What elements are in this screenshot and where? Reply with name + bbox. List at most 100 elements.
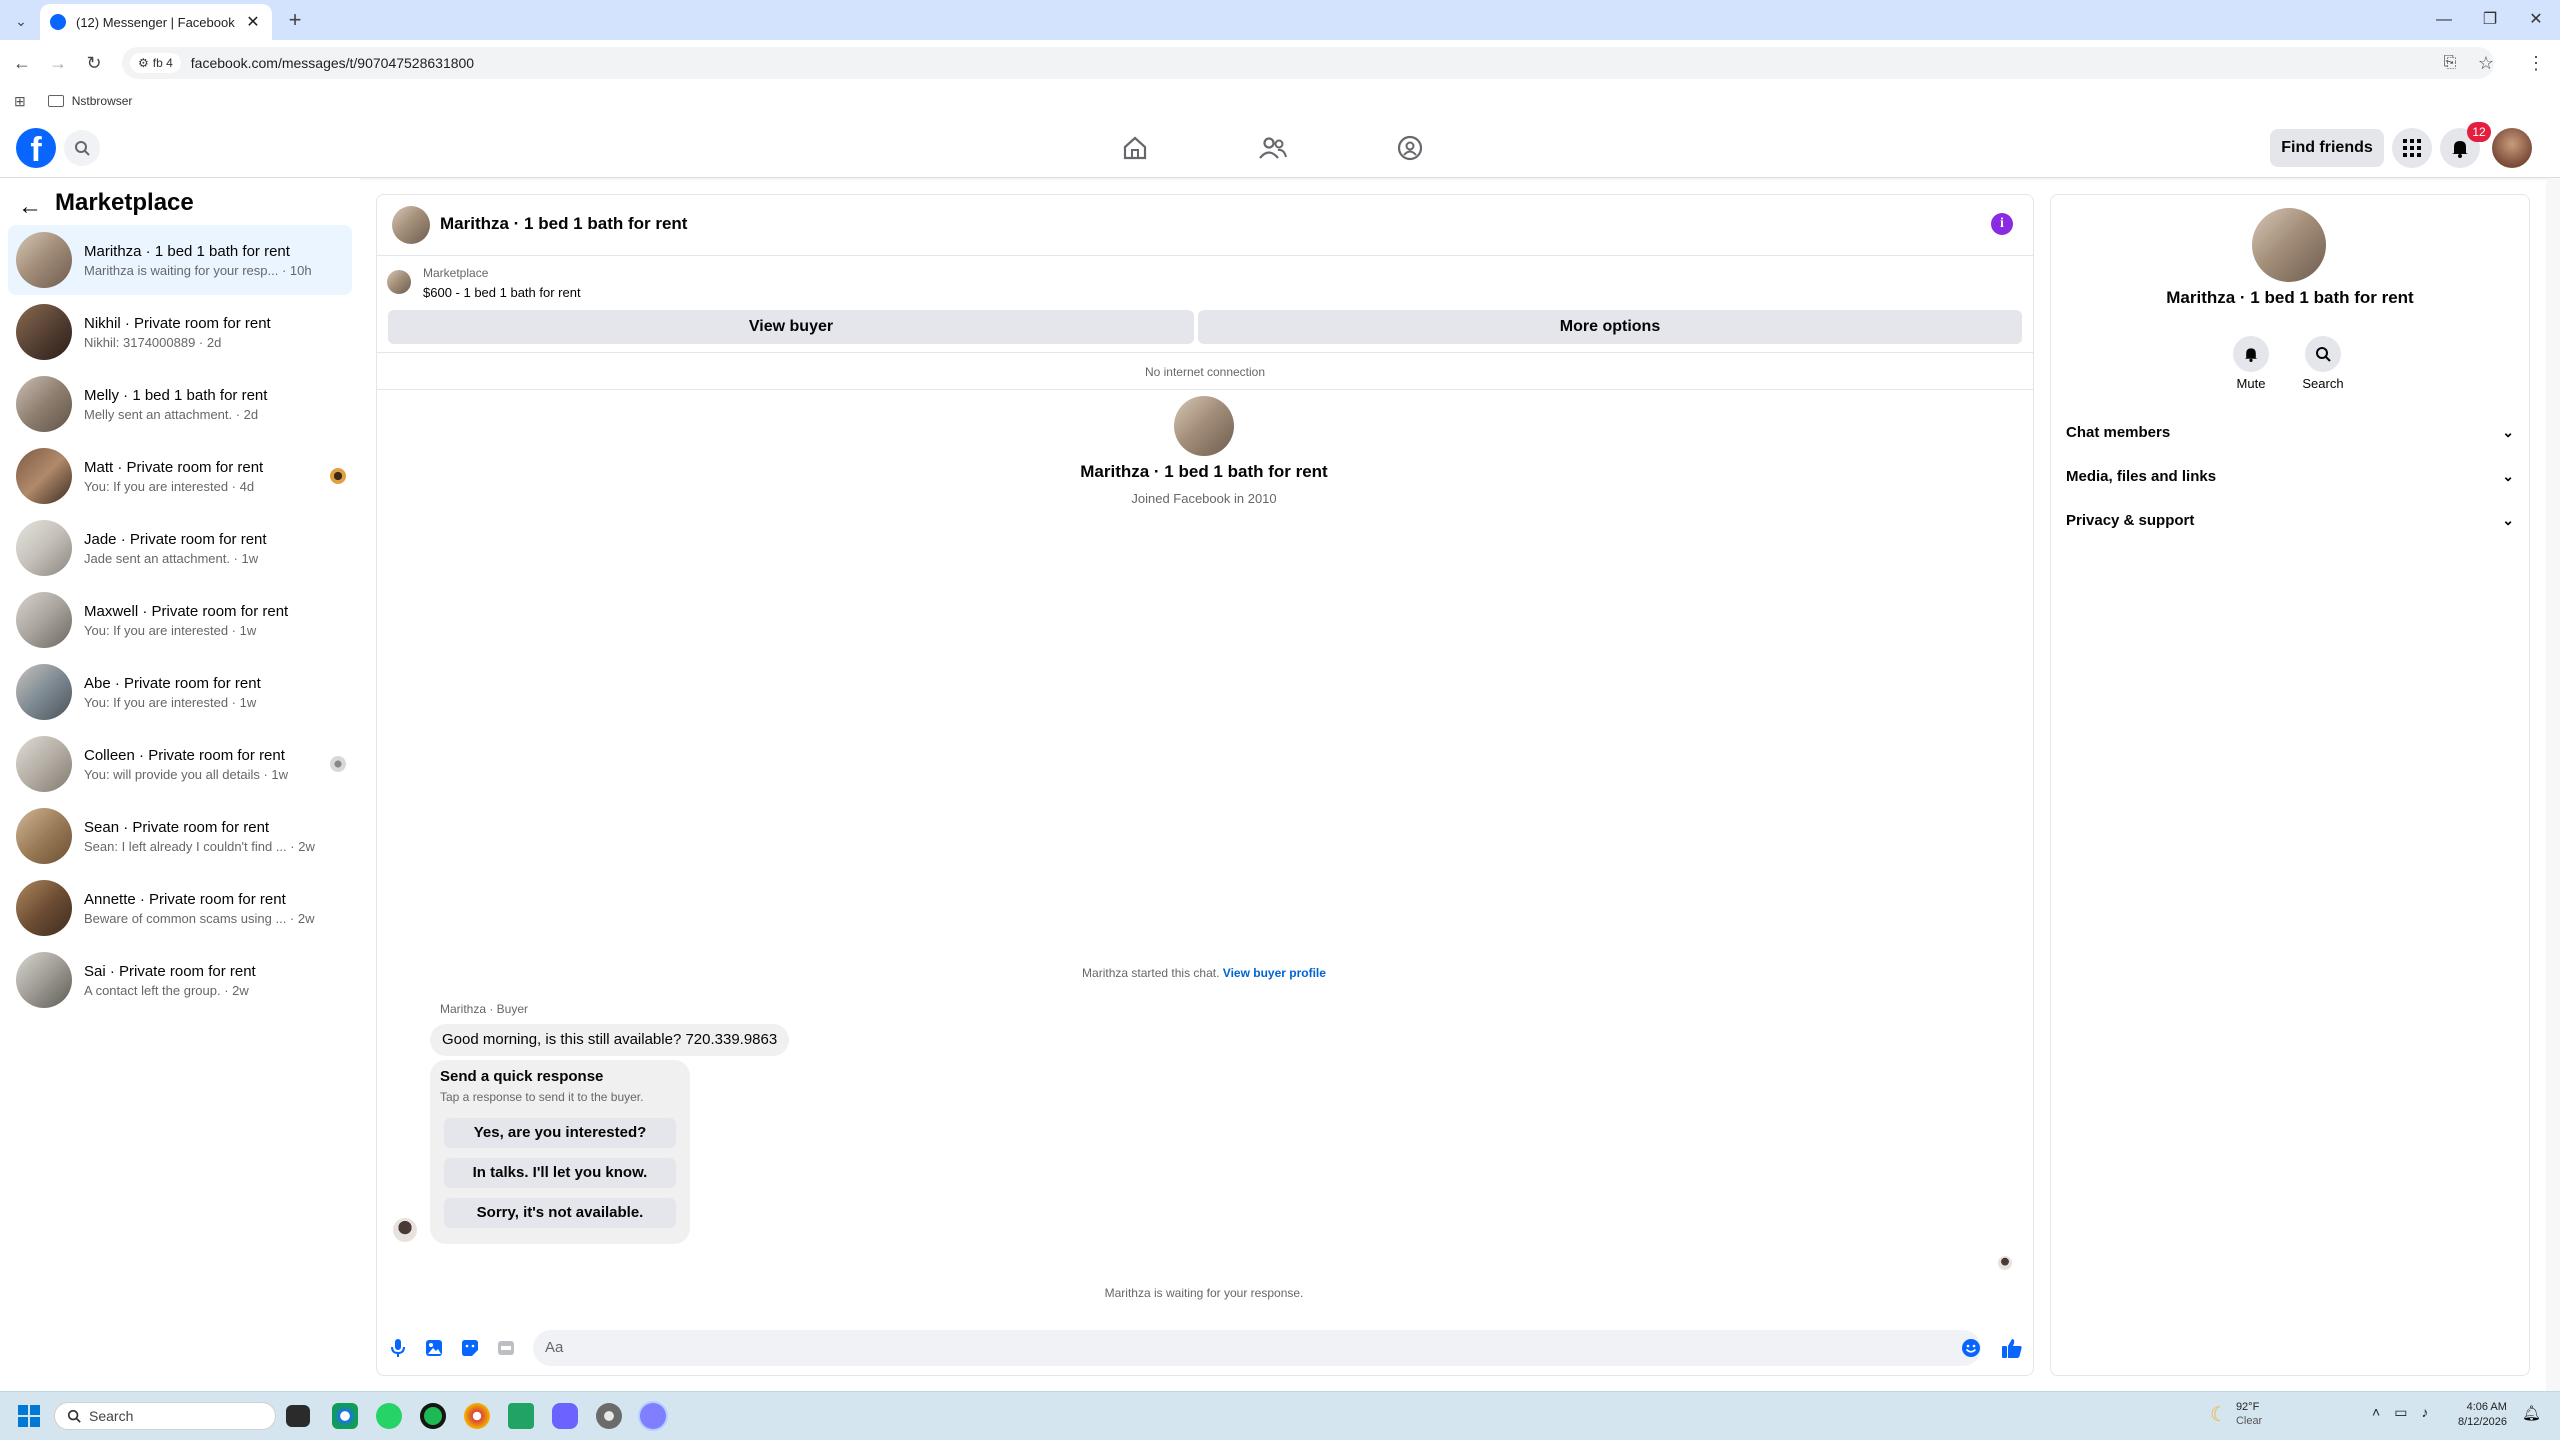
profile-chip[interactable]: ⚙ fb 4 <box>130 53 181 73</box>
sender-avatar[interactable] <box>393 1218 417 1242</box>
windows-start-button[interactable] <box>18 1405 40 1427</box>
facebook-logo-icon[interactable]: f <box>16 128 56 169</box>
conversation-item[interactable]: Maxwell · Private room for rent You: If y… <box>8 585 352 655</box>
whatsapp-icon[interactable] <box>376 1403 402 1429</box>
info-avatar[interactable] <box>2252 208 2326 282</box>
view-buyer-button[interactable]: View buyer <box>388 310 1194 344</box>
weather-widget[interactable]: ☾ 92°F Clear <box>2210 1400 2262 1428</box>
forward-icon[interactable]: → <box>44 49 72 77</box>
chevron-down-icon: ⌄ <box>2502 423 2514 440</box>
seen-avatar <box>330 468 346 484</box>
privacy-support-section[interactable]: Privacy & support ⌄ <box>2064 500 2516 540</box>
address-bar[interactable]: ⚙ fb 4 facebook.com/messages/t/9070475286… <box>122 47 2494 79</box>
mute-label: Mute <box>2236 376 2266 391</box>
url-text[interactable]: facebook.com/messages/t/907047528631800 <box>191 55 474 71</box>
quick-response-sorry[interactable]: Sorry, it's not available. <box>444 1198 676 1228</box>
listing-thumbnail[interactable] <box>387 270 411 294</box>
quick-response-yes[interactable]: Yes, are you interested? <box>444 1118 676 1148</box>
system-tray[interactable]: ˄ ▭ ♪ <box>2372 1404 2428 1421</box>
spotify-icon[interactable] <box>420 1403 446 1429</box>
info-icon[interactable]: i <box>1991 213 2013 235</box>
notification-center-icon[interactable]: 🔔︎ <box>2522 1404 2541 1422</box>
photo-icon <box>426 1340 442 1356</box>
network-icon[interactable]: ▭ <box>2394 1404 2407 1421</box>
groups-nav-button[interactable] <box>1393 133 1427 163</box>
chat-header[interactable]: Marithza · 1 bed 1 bath for rent <box>376 194 2034 256</box>
conversation-avatar <box>16 736 72 792</box>
attach-photo-button[interactable] <box>420 1334 448 1362</box>
spreadsheet-icon[interactable] <box>508 1403 534 1429</box>
apps-grid-icon[interactable]: ⊞ <box>14 93 26 110</box>
conversation-item[interactable]: Sai · Private room for rent A contact lef… <box>8 945 352 1015</box>
conversation-name: Colleen · Private room for rent <box>84 746 285 764</box>
conversation-item[interactable]: Abe · Private room for rent You: If you a… <box>8 657 352 727</box>
chrome-alt-icon[interactable] <box>464 1403 490 1429</box>
more-options-button[interactable]: More options <box>1198 310 2022 344</box>
account-avatar[interactable] <box>2492 128 2532 168</box>
home-nav-button[interactable] <box>1118 133 1152 163</box>
conversation-item[interactable]: Sean · Private room for rent Sean: I left… <box>8 801 352 871</box>
restore-icon[interactable]: ❐ <box>2470 6 2510 34</box>
profile-avatar[interactable] <box>1174 396 1234 456</box>
back-icon[interactable]: ← <box>8 49 36 77</box>
message-input[interactable]: Aa <box>533 1330 1981 1366</box>
menu-button[interactable] <box>2392 128 2432 168</box>
reload-icon[interactable]: ↻ <box>80 49 108 77</box>
emoji-button[interactable] <box>1957 1334 1985 1362</box>
seen-avatar <box>330 756 346 772</box>
chat-title[interactable]: Marithza · 1 bed 1 bath for rent <box>440 214 687 234</box>
conversation-item[interactable]: Melly · 1 bed 1 bath for rent Melly sent … <box>8 369 352 439</box>
friends-nav-button[interactable] <box>1256 133 1290 163</box>
facebook-search-button[interactable] <box>64 130 100 166</box>
back-arrow-icon[interactable]: ← <box>18 193 42 221</box>
close-tab-icon[interactable]: ✕ <box>244 12 262 32</box>
sender-label: Marithza · Buyer <box>440 1002 529 1016</box>
task-view-icon[interactable] <box>286 1405 310 1427</box>
voice-clip-button[interactable] <box>384 1334 412 1362</box>
new-tab-button[interactable]: + <box>282 8 308 34</box>
tab-search-button[interactable]: ⌄ <box>8 8 34 34</box>
conversation-item[interactable]: Colleen · Private room for rent You: will… <box>8 729 352 799</box>
conversation-avatar <box>16 232 72 288</box>
gif-button[interactable] <box>492 1334 520 1362</box>
clock[interactable]: 4:06 AM 8/12/2026 <box>2458 1400 2507 1430</box>
view-buyer-profile-link[interactable]: View buyer profile <box>1223 966 1326 980</box>
minimize-icon[interactable]: — <box>2424 6 2464 34</box>
mute-button[interactable] <box>2233 336 2269 372</box>
find-friends-button[interactable]: Find friends <box>2270 129 2384 167</box>
chrome-icon[interactable] <box>332 1403 358 1429</box>
quick-response-in-talks[interactable]: In talks. I'll let you know. <box>444 1158 676 1188</box>
settings-gear-icon[interactable] <box>596 1403 622 1429</box>
conversation-preview: You: If you are interested · 1w <box>84 622 257 638</box>
like-button[interactable] <box>1998 1334 2026 1362</box>
taskbar-search[interactable]: Search <box>54 1402 276 1430</box>
browser-tab[interactable]: (12) Messenger | Facebook ✕ <box>40 4 272 40</box>
conversation-item[interactable]: Matt · Private room for rent You: If you … <box>8 441 352 511</box>
browser-active-icon[interactable] <box>640 1403 666 1429</box>
conversation-preview: Jade sent an attachment. · 1w <box>84 550 259 566</box>
install-icon[interactable]: ⎘ <box>2436 49 2464 77</box>
listing-title[interactable]: $600 - 1 bed 1 bath for rent <box>423 285 581 300</box>
chevron-up-icon[interactable]: ˄ <box>2372 1404 2380 1421</box>
message-bubble[interactable]: Good morning, is this still available? 7… <box>430 1024 790 1056</box>
app-icon[interactable] <box>552 1403 578 1429</box>
chat-members-section[interactable]: Chat members ⌄ <box>2064 412 2516 452</box>
chat-avatar[interactable] <box>392 206 430 244</box>
close-window-icon[interactable]: ✕ <box>2516 6 2556 34</box>
home-icon <box>1123 136 1147 160</box>
page-scrollbar[interactable] <box>2546 178 2560 1391</box>
conversation-name: Maxwell · Private room for rent <box>84 602 289 620</box>
conversation-item[interactable]: Jade · Private room for rent Jade sent an… <box>8 513 352 583</box>
conversation-item[interactable]: Annette · Private room for rent Beware of… <box>8 873 352 943</box>
bell-icon <box>2244 348 2258 362</box>
conversation-item[interactable]: Marithza · 1 bed 1 bath for rent Marithza… <box>8 225 352 295</box>
bookmark-folder[interactable]: Nstbrowser <box>47 94 132 108</box>
search-conversation-button[interactable] <box>2305 336 2341 372</box>
sticker-button[interactable] <box>456 1334 484 1362</box>
bookmark-star-icon[interactable]: ☆ <box>2472 49 2500 77</box>
media-files-links-section[interactable]: Media, files and links ⌄ <box>2064 456 2516 496</box>
conversation-item[interactable]: Nikhil · Private room for rent Nikhil: 31… <box>8 297 352 367</box>
conversation-name: Matt · Private room for rent <box>84 458 264 476</box>
volume-icon[interactable]: ♪ <box>2421 1404 2428 1421</box>
browser-menu-icon[interactable]: ⋮ <box>2522 49 2550 77</box>
